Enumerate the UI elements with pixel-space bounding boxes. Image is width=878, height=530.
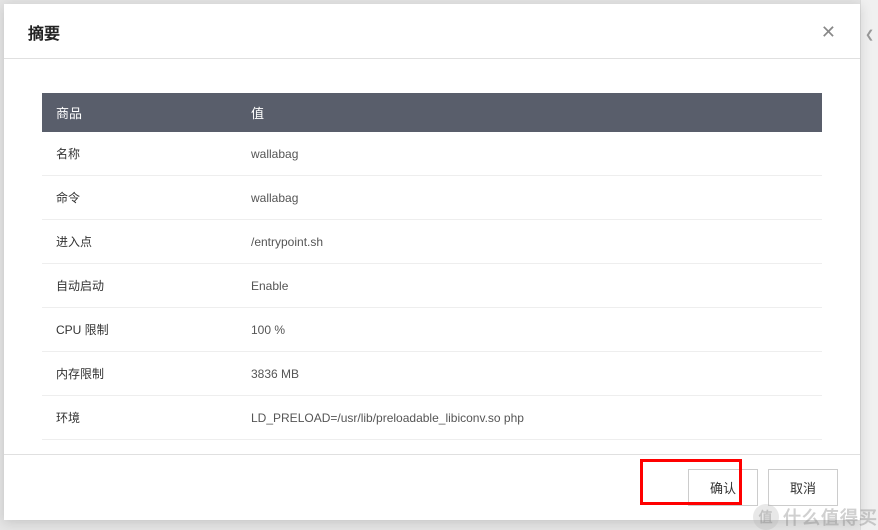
- row-label: 内存限制: [42, 352, 237, 396]
- row-label: 名称: [42, 132, 237, 176]
- modal-body[interactable]: 商品 值 名称wallabag 命令wallabag 进入点/entrypoin…: [4, 59, 860, 454]
- modal-header: 摘要 ✕: [4, 4, 860, 59]
- row-value: LD_PRELOAD=/usr/lib/preloadable_libiconv…: [237, 396, 822, 440]
- row-value: wallabag: [237, 132, 822, 176]
- row-value: Enable: [237, 264, 822, 308]
- confirm-button[interactable]: 确认: [688, 469, 758, 506]
- row-value: wallabag: [237, 176, 822, 220]
- row-label: CPU 限制: [42, 308, 237, 352]
- row-value: 100 %: [237, 308, 822, 352]
- modal-footer: 确认 取消: [4, 454, 860, 520]
- table-body: 名称wallabag 命令wallabag 进入点/entrypoint.sh …: [42, 132, 822, 454]
- row-label: 环境: [42, 396, 237, 440]
- row-label: 命令: [42, 176, 237, 220]
- summary-table: 商品 值 名称wallabag 命令wallabag 进入点/entrypoin…: [42, 93, 822, 454]
- background-edge: ❮: [860, 0, 878, 530]
- row-label: [42, 440, 237, 455]
- table-row: 环境LD_PRELOAD=/usr/lib/preloadable_libico…: [42, 396, 822, 440]
- chevron-icon: ❮: [865, 28, 874, 41]
- table-row: 名称wallabag: [42, 132, 822, 176]
- table-row: 进入点/entrypoint.sh: [42, 220, 822, 264]
- row-label: 自动启动: [42, 264, 237, 308]
- table-row: 自动启动Enable: [42, 264, 822, 308]
- cancel-button[interactable]: 取消: [768, 469, 838, 506]
- row-value: /entrypoint.sh: [237, 220, 822, 264]
- row-label: 进入点: [42, 220, 237, 264]
- table-header-row: 商品 值: [42, 93, 822, 132]
- modal-title: 摘要: [28, 20, 60, 44]
- table-row: 内存限制3836 MB: [42, 352, 822, 396]
- row-value: 3836 MB: [237, 352, 822, 396]
- close-icon[interactable]: ✕: [817, 21, 840, 43]
- header-col-item: 商品: [42, 93, 237, 132]
- table-row: CPU 限制100 %: [42, 308, 822, 352]
- header-col-value: 值: [237, 93, 822, 132]
- table-row: PATH=/usr/local/sbin:/usr/local/bin:/usr…: [42, 440, 822, 455]
- row-value: PATH=/usr/local/sbin:/usr/local/bin:/usr…: [237, 440, 822, 455]
- summary-modal: 摘要 ✕ 商品 值 名称wallabag 命令wallabag 进入点/entr…: [4, 4, 860, 520]
- table-row: 命令wallabag: [42, 176, 822, 220]
